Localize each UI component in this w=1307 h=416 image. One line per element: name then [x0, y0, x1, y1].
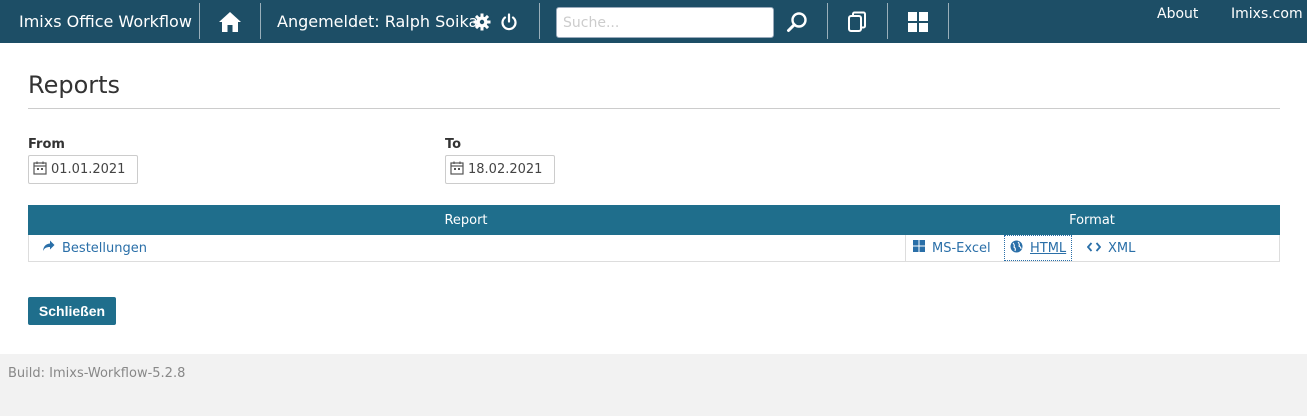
column-header-format: Format — [1069, 212, 1115, 228]
format-link-xml[interactable]: XML — [1086, 235, 1136, 261]
code-icon — [1086, 241, 1102, 256]
imixs-com-link[interactable]: Imixs.com — [1231, 6, 1303, 22]
format-label: HTML — [1030, 240, 1067, 256]
format-link-ms-excel[interactable]: MS-Excel — [913, 235, 991, 261]
windows-icon[interactable] — [907, 0, 929, 43]
table-row: Bestellungen MS-Excel HTML XML — [28, 235, 1280, 262]
from-label: From — [28, 137, 65, 152]
from-date-field[interactable]: 01.01.2021 — [28, 155, 138, 184]
globe-icon — [1010, 240, 1023, 257]
nav-separator — [887, 3, 888, 39]
power-icon[interactable] — [499, 0, 519, 43]
title-divider — [28, 108, 1280, 109]
report-link-bestellungen[interactable]: Bestellungen — [42, 235, 147, 261]
gear-icon[interactable] — [472, 0, 492, 43]
build-info: Build: Imixs-Workflow-5.2.8 — [8, 366, 186, 381]
nav-separator — [199, 3, 200, 39]
search-icon[interactable] — [785, 0, 809, 43]
nav-separator — [948, 3, 949, 39]
calendar-icon — [450, 161, 464, 179]
column-header-report: Report — [444, 212, 488, 228]
about-link[interactable]: About — [1157, 6, 1198, 22]
nav-separator — [539, 3, 540, 39]
nav-separator — [260, 3, 261, 39]
share-arrow-icon — [42, 240, 55, 256]
top-navigation-bar: Imixs Office Workflow Angemeldet: Ralph … — [0, 0, 1307, 43]
page-title: Reports — [28, 71, 121, 99]
format-label: MS-Excel — [932, 240, 991, 256]
report-name: Bestellungen — [62, 240, 147, 256]
copy-icon[interactable] — [846, 0, 868, 43]
cell-divider — [905, 235, 906, 261]
from-date-value: 01.01.2021 — [51, 162, 126, 177]
search-input[interactable] — [556, 7, 774, 38]
calendar-icon — [33, 161, 47, 179]
reports-table-header: Report Format — [28, 205, 1280, 235]
logged-in-user-label: Angemeldet: Ralph Soika — [277, 12, 479, 31]
windows-icon — [913, 240, 925, 256]
format-label: XML — [1108, 240, 1136, 256]
format-link-html[interactable]: HTML — [1004, 235, 1073, 261]
to-label: To — [445, 137, 462, 152]
nav-separator — [827, 3, 828, 39]
app-brand[interactable]: Imixs Office Workflow — [19, 0, 192, 43]
main-content: Reports From 01.01.2021 To 18.02.2021 Re… — [0, 43, 1307, 354]
close-button[interactable]: Schließen — [28, 297, 116, 325]
to-date-field[interactable]: 18.02.2021 — [445, 155, 555, 184]
to-date-value: 18.02.2021 — [468, 162, 543, 177]
home-icon[interactable] — [216, 0, 244, 43]
